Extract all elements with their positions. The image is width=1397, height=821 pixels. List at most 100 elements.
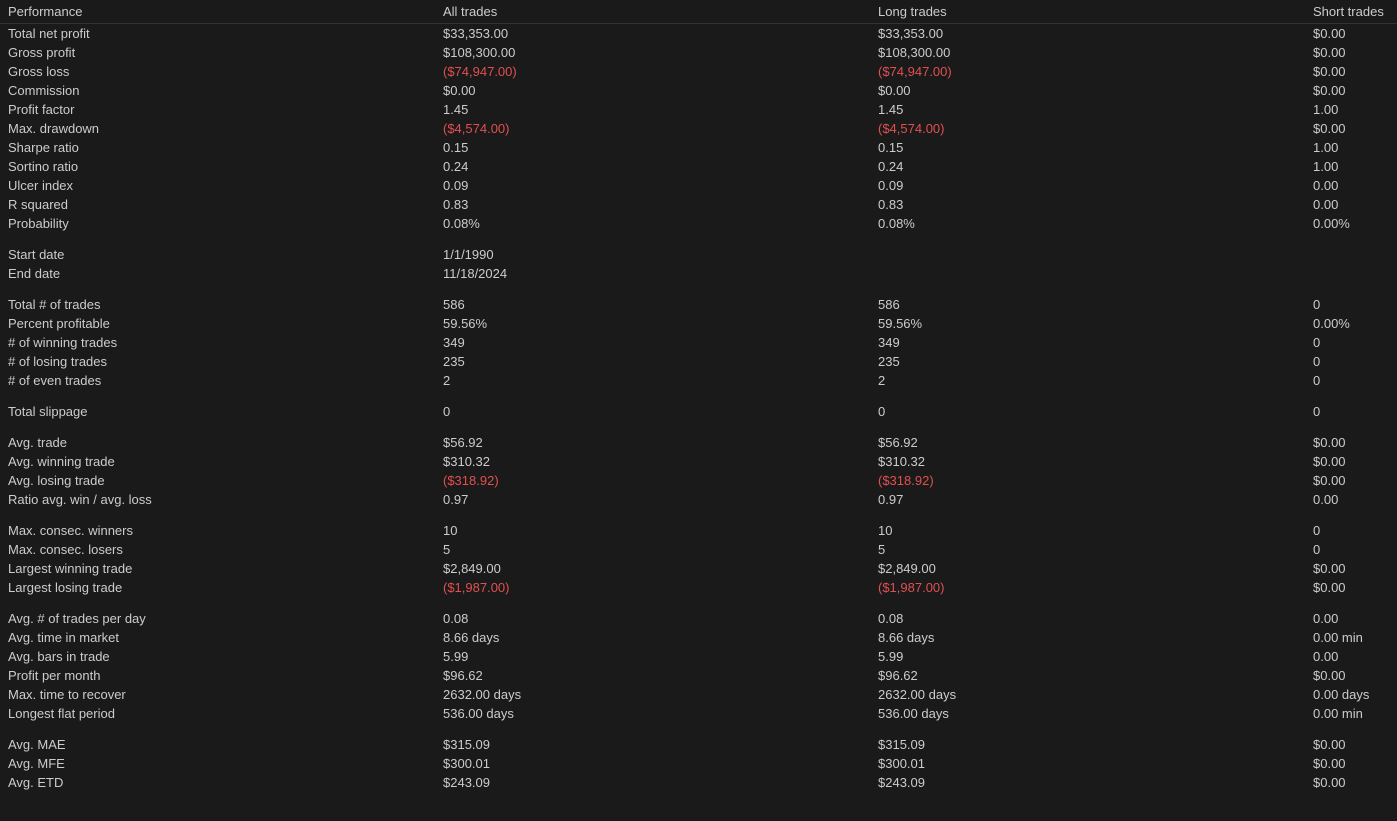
- row-all-value: 235: [435, 352, 870, 371]
- table-row: Start date1/1/1990: [0, 245, 1397, 264]
- row-short-value: 0.00 min: [1305, 704, 1397, 723]
- row-short-value: $0.00: [1305, 433, 1397, 452]
- table-row: Total # of trades5865860: [0, 295, 1397, 314]
- row-label: Start date: [0, 245, 435, 264]
- table-row: Max. drawdown($4,574.00)($4,574.00)$0.00: [0, 119, 1397, 138]
- row-label: Max. drawdown: [0, 119, 435, 138]
- row-all-value: ($318.92): [435, 471, 870, 490]
- row-long-value: $310.32: [870, 452, 1305, 471]
- spacer-row: [0, 421, 1397, 433]
- spacer-row: [0, 233, 1397, 245]
- row-short-value: $0.00: [1305, 754, 1397, 773]
- row-label: Max. consec. losers: [0, 540, 435, 559]
- row-short-value: 0.00%: [1305, 314, 1397, 333]
- spacer-row: [0, 283, 1397, 295]
- row-label: Avg. # of trades per day: [0, 609, 435, 628]
- row-short-value: [1305, 245, 1397, 264]
- row-long-value: [870, 264, 1305, 283]
- row-all-value: 5.99: [435, 647, 870, 666]
- row-short-value: 0.00: [1305, 490, 1397, 509]
- row-long-value: 0.83: [870, 195, 1305, 214]
- row-short-value: $0.00: [1305, 81, 1397, 100]
- table-row: Max. consec. winners10100: [0, 521, 1397, 540]
- row-long-value: ($318.92): [870, 471, 1305, 490]
- row-label: Largest winning trade: [0, 559, 435, 578]
- row-short-value: 0: [1305, 295, 1397, 314]
- row-all-value: 1.45: [435, 100, 870, 119]
- table-row: Longest flat period536.00 days536.00 day…: [0, 704, 1397, 723]
- row-all-value: ($1,987.00): [435, 578, 870, 597]
- row-all-value: 0.09: [435, 176, 870, 195]
- row-all-value: 0.83: [435, 195, 870, 214]
- row-label: Percent profitable: [0, 314, 435, 333]
- row-long-value: 2632.00 days: [870, 685, 1305, 704]
- table-row: Avg. bars in trade5.995.990.00: [0, 647, 1397, 666]
- row-label: # of losing trades: [0, 352, 435, 371]
- row-long-value: 59.56%: [870, 314, 1305, 333]
- row-label: Commission: [0, 81, 435, 100]
- row-long-value: 586: [870, 295, 1305, 314]
- table-row: Avg. losing trade($318.92)($318.92)$0.00: [0, 471, 1397, 490]
- row-short-value: $0.00: [1305, 24, 1397, 44]
- row-label: Ratio avg. win / avg. loss: [0, 490, 435, 509]
- row-long-value: 0.08%: [870, 214, 1305, 233]
- row-short-value: 1.00: [1305, 100, 1397, 119]
- row-all-value: 0: [435, 402, 870, 421]
- row-label: Ulcer index: [0, 176, 435, 195]
- row-label: Gross profit: [0, 43, 435, 62]
- table-row: # of losing trades2352350: [0, 352, 1397, 371]
- row-label: Avg. MFE: [0, 754, 435, 773]
- row-long-value: $300.01: [870, 754, 1305, 773]
- row-short-value: $0.00: [1305, 62, 1397, 81]
- row-short-value: [1305, 264, 1397, 283]
- row-long-value: 2: [870, 371, 1305, 390]
- table-row: Total net profit$33,353.00$33,353.00$0.0…: [0, 24, 1397, 44]
- table-row: Largest losing trade($1,987.00)($1,987.0…: [0, 578, 1397, 597]
- row-short-value: $0.00: [1305, 471, 1397, 490]
- row-long-value: $2,849.00: [870, 559, 1305, 578]
- table-row: # of winning trades3493490: [0, 333, 1397, 352]
- row-short-value: 0.00: [1305, 609, 1397, 628]
- table-row: Gross loss($74,947.00)($74,947.00)$0.00: [0, 62, 1397, 81]
- table-row: Avg. ETD$243.09$243.09$0.00: [0, 773, 1397, 792]
- row-all-value: 5: [435, 540, 870, 559]
- row-long-value: 10: [870, 521, 1305, 540]
- row-label: Total net profit: [0, 24, 435, 44]
- row-label: Total # of trades: [0, 295, 435, 314]
- row-short-value: 0: [1305, 521, 1397, 540]
- row-short-value: $0.00: [1305, 559, 1397, 578]
- row-all-value: 0.97: [435, 490, 870, 509]
- row-label: Avg. time in market: [0, 628, 435, 647]
- row-short-value: 0: [1305, 402, 1397, 421]
- row-all-value: 0.08%: [435, 214, 870, 233]
- table-row: Sharpe ratio0.150.151.00: [0, 138, 1397, 157]
- table-row: Largest winning trade$2,849.00$2,849.00$…: [0, 559, 1397, 578]
- row-long-value: ($1,987.00): [870, 578, 1305, 597]
- row-all-value: 59.56%: [435, 314, 870, 333]
- row-all-value: $96.62: [435, 666, 870, 685]
- row-long-value: 349: [870, 333, 1305, 352]
- row-all-value: $56.92: [435, 433, 870, 452]
- row-all-value: 0.24: [435, 157, 870, 176]
- row-short-value: 0: [1305, 352, 1397, 371]
- spacer-row: [0, 509, 1397, 521]
- row-label: Profit per month: [0, 666, 435, 685]
- row-all-value: 0.08: [435, 609, 870, 628]
- row-long-value: 0: [870, 402, 1305, 421]
- spacer-row: [0, 723, 1397, 735]
- row-long-value: 0.97: [870, 490, 1305, 509]
- header-all-trades: All trades: [435, 0, 870, 24]
- table-row: Probability0.08%0.08%0.00%: [0, 214, 1397, 233]
- row-all-value: $310.32: [435, 452, 870, 471]
- row-all-value: 0.15: [435, 138, 870, 157]
- row-label: End date: [0, 264, 435, 283]
- table-row: Max. time to recover2632.00 days2632.00 …: [0, 685, 1397, 704]
- row-short-value: $0.00: [1305, 666, 1397, 685]
- row-label: R squared: [0, 195, 435, 214]
- row-label: Probability: [0, 214, 435, 233]
- table-row: Avg. trade$56.92$56.92$0.00: [0, 433, 1397, 452]
- row-long-value: $108,300.00: [870, 43, 1305, 62]
- row-label: Avg. trade: [0, 433, 435, 452]
- row-label: Sortino ratio: [0, 157, 435, 176]
- row-label: Sharpe ratio: [0, 138, 435, 157]
